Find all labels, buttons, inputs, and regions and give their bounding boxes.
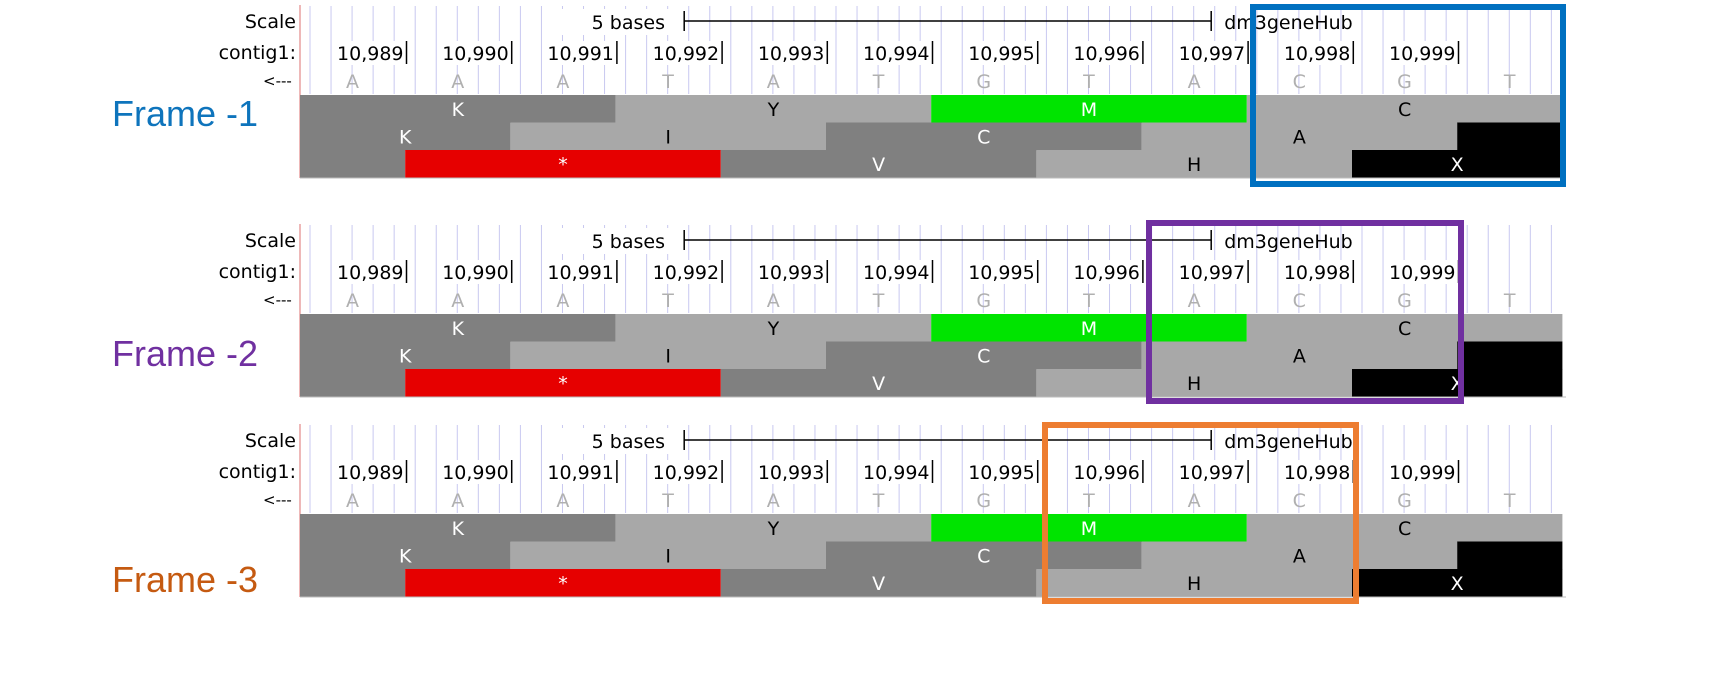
base-letter: A [767, 490, 780, 512]
aa-letter: K [399, 546, 412, 568]
position-label: 10,991 [547, 462, 613, 484]
position-label: 10,991 [547, 262, 613, 284]
aa-letter: K [399, 127, 412, 149]
base-letter: A [767, 290, 780, 312]
aa-letter: V [872, 373, 885, 395]
position-label: 10,993 [758, 43, 824, 65]
aa-letter: C [1398, 518, 1411, 540]
aa-letter: V [872, 573, 885, 595]
scale-text: 5 bases [592, 231, 665, 253]
position-label: 10,993 [758, 262, 824, 284]
position-label: 10,989 [337, 262, 403, 284]
aa-letter: * [558, 373, 568, 395]
base-letter: T [661, 490, 674, 512]
position-label: 10,997 [1179, 43, 1245, 65]
aa-letter: X [1451, 573, 1464, 595]
position-label: 10,992 [653, 262, 719, 284]
base-letter: A [556, 71, 569, 93]
scale-text: 5 bases [592, 431, 665, 453]
base-letter: A [451, 290, 464, 312]
position-label: 10,994 [863, 462, 929, 484]
base-letter: T [1082, 290, 1095, 312]
aa-letter: * [558, 154, 568, 176]
position-label: 10,990 [442, 262, 508, 284]
base-letter: G [1397, 490, 1412, 512]
base-letter: A [451, 71, 464, 93]
base-letter: A [346, 290, 359, 312]
highlight-box-f2 [1146, 220, 1464, 404]
highlight-box-f3 [1042, 422, 1359, 604]
aa-letter: K [452, 99, 465, 121]
base-letter: A [556, 490, 569, 512]
position-label: 10,996 [1073, 43, 1139, 65]
base-letter: G [976, 290, 991, 312]
position-label: 10,992 [653, 462, 719, 484]
position-label: 10,995 [968, 262, 1034, 284]
aa-block [1457, 541, 1563, 570]
frame-label-f3: Frame -3 [112, 559, 259, 600]
aa-letter: M [1081, 318, 1097, 340]
aa-letter: I [665, 127, 671, 149]
aa-letter: C [977, 546, 990, 568]
aa-block [300, 569, 406, 597]
position-label: 10,990 [442, 43, 508, 65]
base-letter: T [872, 490, 885, 512]
aa-letter: K [452, 318, 465, 340]
aa-block [1457, 341, 1563, 370]
base-letter: T [661, 290, 674, 312]
frame-label-f2: Frame -2 [112, 333, 259, 374]
highlight-box-f1 [1250, 4, 1566, 187]
frame-label-f1: Frame -1 [112, 93, 259, 134]
position-label: 10,999 [1389, 462, 1455, 484]
position-label: 10,990 [442, 462, 508, 484]
position-label: 10,996 [1073, 262, 1139, 284]
aa-block [300, 369, 406, 397]
aa-letter: H [1187, 154, 1201, 176]
base-letter: A [1188, 71, 1201, 93]
base-letter: A [346, 490, 359, 512]
aa-letter: V [872, 154, 885, 176]
base-letter: T [872, 71, 885, 93]
base-letter: G [976, 490, 991, 512]
position-label: 10,995 [968, 462, 1034, 484]
aa-letter: Y [767, 318, 780, 340]
aa-letter: K [399, 346, 412, 368]
position-label: 10,994 [863, 262, 929, 284]
position-label: 10,995 [968, 43, 1034, 65]
position-label: 10,989 [337, 462, 403, 484]
aa-block [300, 150, 406, 178]
aa-letter: I [665, 546, 671, 568]
aa-letter: * [558, 573, 568, 595]
position-label: 10,994 [863, 43, 929, 65]
position-label: 10,989 [337, 43, 403, 65]
position-label: 10,992 [653, 43, 719, 65]
aa-letter: M [1081, 99, 1097, 121]
aa-letter: I [665, 346, 671, 368]
aa-letter: Y [767, 518, 780, 540]
aa-letter: Y [767, 99, 780, 121]
base-letter: T [1503, 290, 1516, 312]
base-letter: A [556, 290, 569, 312]
position-label: 10,993 [758, 462, 824, 484]
position-label: 10,991 [547, 43, 613, 65]
base-letter: T [1082, 71, 1095, 93]
aa-letter: K [452, 518, 465, 540]
base-letter: T [872, 290, 885, 312]
base-letter: A [767, 71, 780, 93]
base-letter: G [976, 71, 991, 93]
base-letter: T [661, 71, 674, 93]
scale-text: 5 bases [592, 12, 665, 34]
base-letter: T [1503, 490, 1516, 512]
base-letter: A [346, 71, 359, 93]
base-letter: A [451, 490, 464, 512]
aa-letter: C [977, 127, 990, 149]
aa-letter: C [977, 346, 990, 368]
